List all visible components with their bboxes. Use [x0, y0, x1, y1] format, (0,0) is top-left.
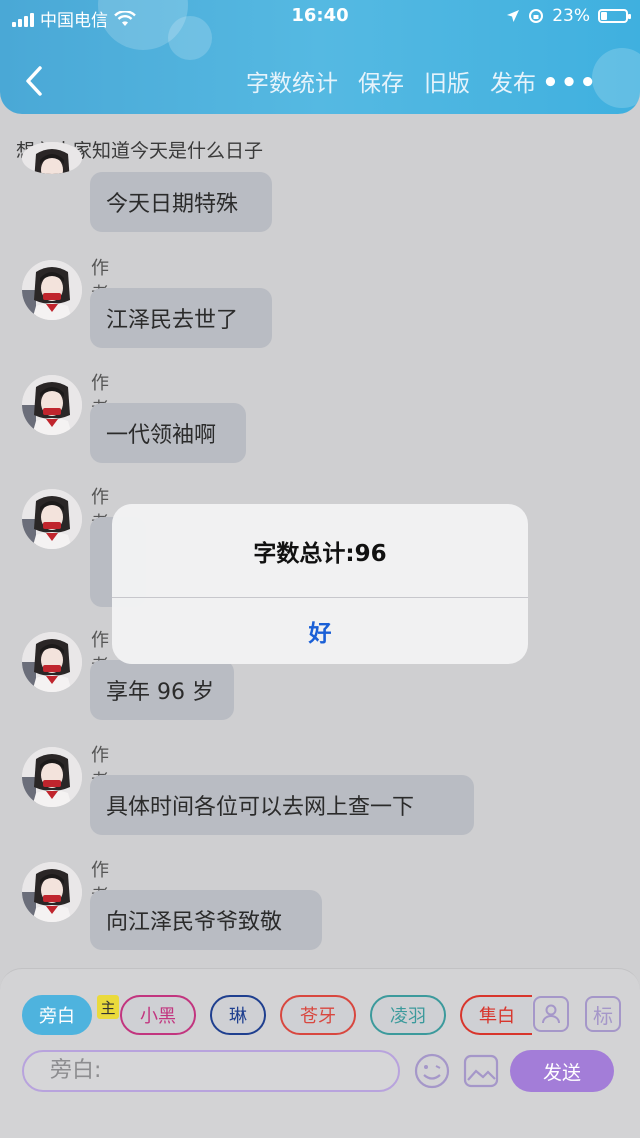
message-bubble[interactable]: 一代领袖啊 [90, 403, 246, 463]
top-header: 中国电信 16:40 23% 字数统计 保存 旧版 发布 ••• [0, 0, 640, 114]
word-count-button[interactable]: 字数统计 [246, 64, 338, 98]
location-icon [507, 10, 520, 22]
nav-bar: 字数统计 保存 旧版 发布 ••• [0, 56, 640, 106]
battery-icon [598, 9, 631, 23]
role-chip-lingyu[interactable]: 凌羽 [370, 995, 446, 1035]
avatar[interactable] [22, 632, 82, 692]
message-bubble[interactable]: 向江泽民爷爷致敬 [90, 890, 322, 950]
character-manage-button[interactable] [533, 996, 569, 1032]
avatar[interactable] [22, 489, 82, 549]
host-badge: 主 [97, 995, 119, 1019]
battery-percent: 23% [552, 6, 590, 26]
role-chip-xiaohei[interactable]: 小黑 [120, 995, 196, 1035]
word-count-alert: 字数总计:96 好 [112, 504, 528, 664]
save-button[interactable]: 保存 [358, 64, 404, 98]
role-chip-sunbai[interactable]: 隼白 [460, 995, 532, 1035]
avatar[interactable] [22, 862, 82, 922]
image-icon[interactable] [462, 1052, 500, 1090]
avatar[interactable] [22, 375, 82, 435]
message-bubble[interactable]: 江泽民去世了 [90, 288, 272, 348]
back-icon[interactable] [20, 64, 50, 98]
alert-ok-button[interactable]: 好 [112, 598, 528, 664]
message-bubble[interactable]: 享年 96 岁 [90, 660, 234, 720]
avatar[interactable] [22, 142, 82, 174]
rotation-lock-icon [529, 9, 544, 23]
mark-button[interactable]: 标 [585, 996, 621, 1032]
more-menu-button[interactable]: ••• [542, 68, 598, 98]
role-chip-cangya[interactable]: 苍牙 [280, 995, 356, 1035]
message-bubble[interactable]: 今天日期特殊 [90, 172, 272, 232]
message-input[interactable]: 旁白: [22, 1050, 400, 1092]
emoji-icon[interactable] [413, 1052, 451, 1090]
send-button[interactable]: 发送 [510, 1050, 614, 1092]
avatar[interactable] [22, 260, 82, 320]
avatar[interactable] [22, 747, 82, 807]
role-chip-lin[interactable]: 琳 [210, 995, 266, 1035]
publish-button[interactable]: 发布 [490, 64, 536, 98]
role-chip-narrator[interactable]: 旁白 [22, 995, 92, 1035]
user-icon [542, 1004, 560, 1024]
old-version-button[interactable]: 旧版 [424, 64, 470, 98]
message-bubble[interactable]: 具体时间各位可以去网上查一下 [90, 775, 474, 835]
status-bar: 中国电信 16:40 23% [0, 0, 640, 34]
alert-message: 字数总计:96 [253, 540, 387, 567]
